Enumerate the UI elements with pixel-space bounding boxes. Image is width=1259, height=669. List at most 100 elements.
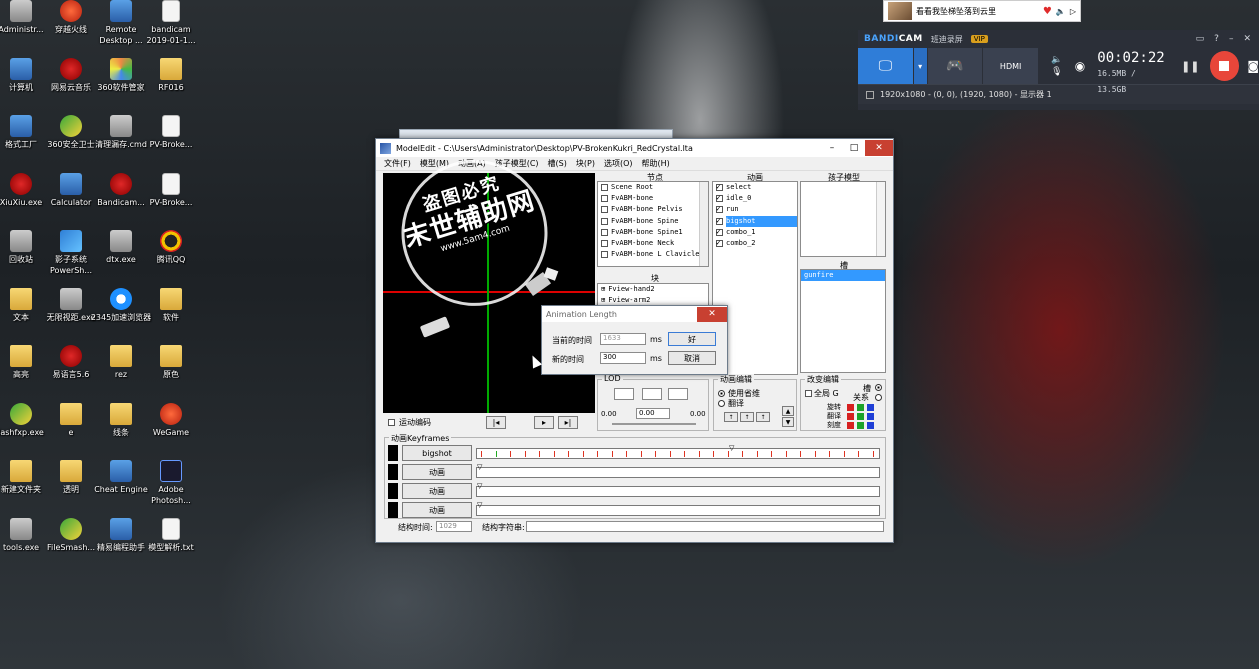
keyframe-marker[interactable]	[785, 451, 787, 457]
translate-radio[interactable]: 翻译	[718, 398, 744, 409]
keyframe-marker[interactable]	[843, 451, 845, 457]
screen-mode-button[interactable]: 🖵	[858, 48, 914, 84]
keyframe-marker[interactable]	[495, 451, 497, 457]
animation-item[interactable]: select	[713, 182, 797, 193]
close-icon[interactable]: ✕	[1243, 34, 1251, 44]
play-icon[interactable]: ▷	[1070, 7, 1076, 16]
stop-record-button[interactable]	[1209, 51, 1240, 81]
keyframe-marker[interactable]	[814, 451, 816, 457]
global-checkbox[interactable]: 全局 G	[805, 388, 839, 399]
desktop-icon[interactable]: 软件	[140, 287, 202, 323]
last-frame-button[interactable]: ▸|	[558, 416, 578, 429]
menu-item[interactable]: 孩子模型(C)	[495, 158, 539, 169]
desktop-icon[interactable]: PV-Broke...	[140, 172, 202, 208]
animation-item[interactable]: combo_1	[713, 226, 797, 238]
desktop-icon[interactable]: 原色	[140, 345, 202, 380]
keyframe-marker[interactable]	[756, 451, 758, 457]
keyframe-marker[interactable]	[611, 451, 613, 457]
keyframe-marker[interactable]	[829, 451, 830, 457]
region-checkbox[interactable]	[866, 90, 874, 99]
move-down-button[interactable]: ▼	[782, 417, 794, 427]
keyframe-track[interactable]: ▽	[476, 482, 880, 497]
menu-item[interactable]: 帮助(H)	[642, 158, 670, 169]
keyframe-marker[interactable]	[713, 451, 714, 457]
keyframe-marker[interactable]	[872, 451, 874, 457]
desktop-icon[interactable]: RF016	[140, 57, 202, 93]
maximize-icon[interactable]: □	[843, 140, 865, 156]
ok-button[interactable]: 好	[668, 332, 716, 346]
animation-item[interactable]: combo_2	[713, 237, 797, 249]
node-checkbox[interactable]	[601, 251, 608, 259]
keyframe-marker[interactable]	[858, 451, 859, 457]
lod-current-field[interactable]: 0.00	[636, 408, 670, 419]
node-checkbox[interactable]	[601, 206, 608, 214]
menu-item[interactable]: 文件(F)	[384, 158, 411, 169]
playhead-marker[interactable]: ▽	[729, 444, 734, 452]
keyframe-marker[interactable]	[481, 451, 482, 457]
keyframe-marker[interactable]	[771, 451, 772, 457]
animation-item[interactable]: idle_0	[713, 192, 797, 204]
relation-radio[interactable]	[875, 394, 882, 401]
desktop-icon[interactable]: 腾讯QQ	[140, 230, 202, 265]
node-item[interactable]: FvABM-bone Pelvis	[598, 204, 708, 215]
device-mode-button[interactable]: HDMI	[983, 48, 1039, 84]
playhead-marker[interactable]: ▽	[477, 463, 482, 471]
heart-icon[interactable]: ♥	[1043, 6, 1052, 17]
track-swatch[interactable]	[388, 464, 398, 480]
keyframe-marker[interactable]	[655, 451, 656, 457]
keyframe-marker[interactable]	[626, 451, 627, 457]
child-models-scrollbar[interactable]	[876, 182, 885, 256]
edit-button-3[interactable]: ↑	[756, 412, 770, 422]
close-icon[interactable]: ✕	[865, 140, 893, 156]
node-item[interactable]: FvABM-bone Neck	[598, 238, 708, 249]
desktop-icon[interactable]: WeGame	[140, 402, 202, 438]
desktop-icon[interactable]: Adobe Photosh...	[140, 460, 202, 506]
keyframe-marker[interactable]	[568, 451, 569, 457]
playhead-marker[interactable]: ▽	[477, 482, 482, 490]
menu-item[interactable]: 选项(O)	[604, 158, 633, 169]
desktop-icon[interactable]: bandicam 2019-01-1...	[140, 0, 202, 46]
keyframe-marker[interactable]	[582, 451, 584, 457]
camera-icon[interactable]: ◙	[1247, 59, 1259, 73]
node-item[interactable]: FvABM-bone Spine1	[598, 227, 708, 238]
desktop-icon[interactable]: PV-Broke...	[140, 115, 202, 150]
motion-encode-checkbox[interactable]: 运动编码	[388, 417, 431, 428]
speaker-icon[interactable]: 🔈	[1056, 7, 1066, 16]
keyframe-marker[interactable]	[524, 451, 526, 457]
keyframe-marker[interactable]	[510, 451, 511, 457]
node-checkbox[interactable]	[601, 240, 608, 248]
node-item[interactable]: FvABM-bone Spine	[598, 216, 708, 227]
help-icon[interactable]: ?	[1214, 34, 1219, 44]
game-mode-button[interactable]: 🎮	[927, 48, 984, 84]
node-checkbox[interactable]	[601, 195, 608, 203]
animation-checkbox[interactable]	[716, 192, 723, 203]
play-button[interactable]: ▸	[534, 416, 554, 429]
webcam-icon[interactable]: ◉	[1075, 48, 1085, 84]
keyframe-marker[interactable]	[669, 451, 671, 457]
close-icon[interactable]: ✕	[697, 306, 727, 322]
expand-icon[interactable]: ⊞	[601, 284, 605, 295]
cancel-button[interactable]: 取消	[668, 351, 716, 365]
node-checkbox[interactable]	[601, 228, 608, 236]
keyframe-marker[interactable]	[539, 451, 540, 457]
lod-slider[interactable]	[612, 423, 696, 425]
animation-checkbox[interactable]	[716, 203, 723, 215]
minimize-icon[interactable]: –	[821, 140, 843, 156]
pause-icon[interactable]: ❚❚	[1181, 60, 1199, 73]
track-animation-button[interactable]: 动画	[402, 502, 472, 518]
menu-item[interactable]: 模型(M)	[420, 158, 449, 169]
edit-button-2[interactable]: ↑	[740, 412, 754, 422]
node-checkbox[interactable]	[601, 184, 608, 192]
new-time-field[interactable]: 300	[600, 352, 646, 364]
menu-item[interactable]: 动画(A)	[458, 158, 486, 169]
lod-field-2[interactable]	[642, 388, 662, 400]
slot-radio[interactable]	[875, 384, 882, 391]
animation-checkbox[interactable]	[716, 226, 723, 237]
edit-button-1[interactable]: ↑	[724, 412, 738, 422]
keyframe-marker[interactable]	[640, 451, 642, 457]
track-animation-button[interactable]: 动画	[402, 483, 472, 499]
keyframe-marker[interactable]	[742, 451, 743, 457]
keyframe-marker[interactable]	[698, 451, 700, 457]
keyframe-track[interactable]: ▽	[476, 501, 880, 516]
node-item[interactable]: Scene Root	[598, 182, 708, 193]
